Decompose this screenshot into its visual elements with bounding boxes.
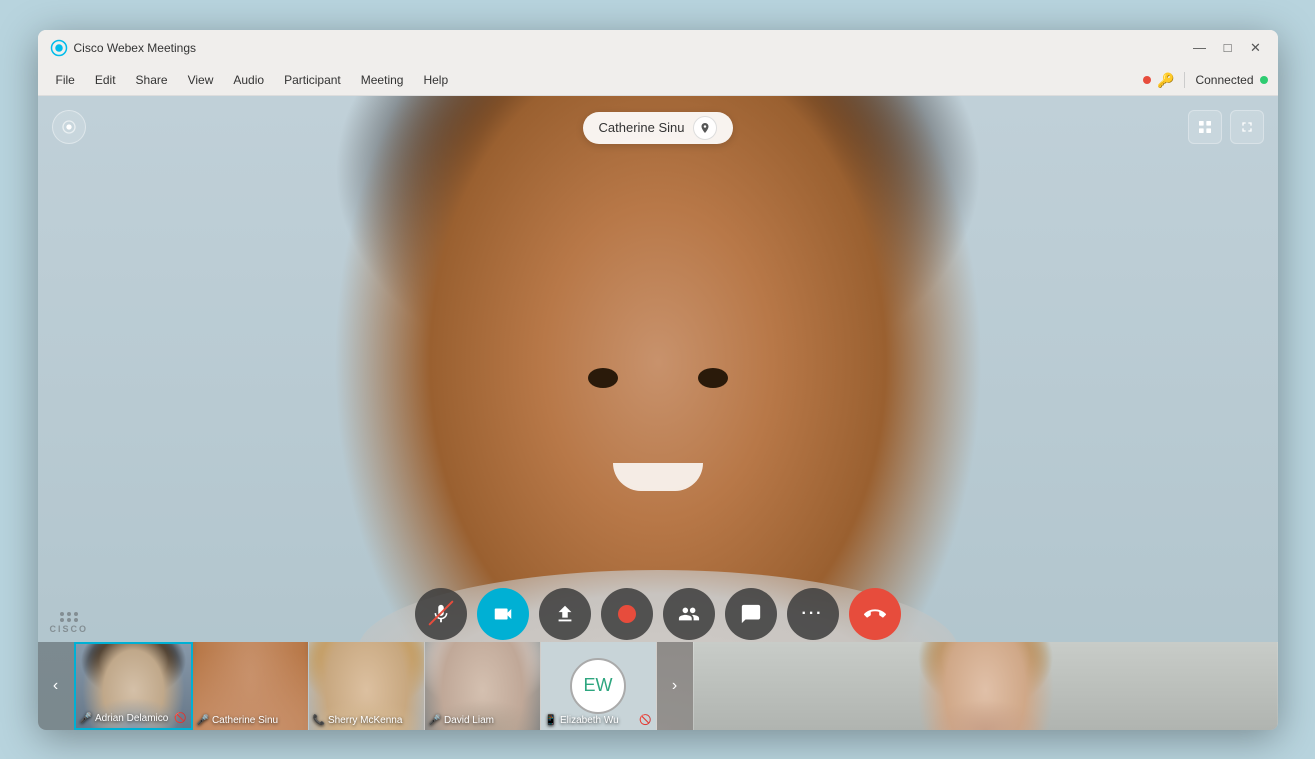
participant-name-2: Sherry McKenna: [328, 715, 402, 726]
menu-participant[interactable]: Participant: [276, 71, 349, 89]
participant-thumb-4[interactable]: EW 📱 Elizabeth Wu 🚫: [541, 642, 657, 730]
strip-prev-button[interactable]: ‹: [38, 642, 74, 730]
chat-button[interactable]: [725, 588, 777, 640]
menu-share[interactable]: Share: [128, 71, 176, 89]
key-icon: 🔑: [1157, 72, 1174, 89]
participant-label-0: 🎤 Adrian Delamico: [80, 713, 187, 724]
menu-file[interactable]: File: [48, 71, 83, 89]
participant-name-3: David Liam: [444, 715, 494, 726]
menu-help[interactable]: Help: [415, 71, 456, 89]
strip-next-button[interactable]: ›: [657, 642, 693, 730]
connection-status-area: 🔑 Connected: [1143, 72, 1267, 89]
menu-view[interactable]: View: [180, 71, 222, 89]
end-call-button[interactable]: [849, 588, 901, 640]
participant-mic-icon-0: 🎤: [80, 713, 92, 724]
menu-audio[interactable]: Audio: [225, 71, 272, 89]
participant-name-1: Catherine Sinu: [212, 715, 278, 726]
participants-button[interactable]: [663, 588, 715, 640]
camera-button[interactable]: [477, 588, 529, 640]
record-button[interactable]: [601, 588, 653, 640]
app-title: Cisco Webex Meetings: [74, 41, 197, 55]
participant-label-2: 📞 Sherry McKenna: [313, 715, 420, 726]
minimize-button[interactable]: —: [1190, 38, 1210, 58]
layout-button[interactable]: [1188, 110, 1222, 144]
mute-button[interactable]: [415, 588, 467, 640]
record-indicator: [1143, 76, 1151, 84]
titlebar: Cisco Webex Meetings — □ ✕: [38, 30, 1278, 66]
more-options-button[interactable]: ···: [787, 588, 839, 640]
participant-thumb-2[interactable]: 📞 Sherry McKenna: [309, 642, 425, 730]
participant-thumb-3[interactable]: 🎤 David Liam: [425, 642, 541, 730]
menu-edit[interactable]: Edit: [87, 71, 124, 89]
cisco-logo-watermark: CISCO: [50, 612, 89, 634]
participant-label-1: 🎤 Catherine Sinu: [197, 715, 304, 726]
app-logo: Cisco Webex Meetings: [50, 39, 197, 57]
control-bar: ···: [415, 588, 901, 640]
fullscreen-button[interactable]: [1230, 110, 1264, 144]
participant-name-0: Adrian Delamico: [95, 713, 168, 724]
participant-thumb-1[interactable]: 🎤 Catherine Sinu: [193, 642, 309, 730]
close-button[interactable]: ✕: [1246, 38, 1266, 58]
share-button[interactable]: [539, 588, 591, 640]
participant-muted-4: 🚫: [639, 715, 651, 726]
participant-muted-0: 🚫: [174, 713, 186, 724]
pin-button[interactable]: [693, 116, 717, 140]
participant-mic-icon-3: 🎤: [429, 715, 441, 726]
divider: [1184, 72, 1185, 88]
participant-thumbnails: 🎤 Adrian Delamico 🚫 🎤 Catherine Sinu: [74, 642, 657, 730]
menubar: File Edit Share View Audio Participant M…: [38, 66, 1278, 96]
app-window: Cisco Webex Meetings — □ ✕ File Edit Sha…: [38, 30, 1278, 730]
participant-mic-icon-1: 🎤: [197, 715, 209, 726]
view-controls: [1188, 110, 1264, 144]
participant-phone-icon-2: 📞: [313, 715, 325, 726]
camera-toggle-button[interactable]: [52, 110, 86, 144]
participant-name-4: Elizabeth Wu: [560, 715, 619, 726]
participant-strip: ‹ 🎤 Adrian Delamico 🚫 🎤: [38, 642, 1278, 730]
connection-status-label: Connected: [1195, 73, 1253, 87]
menu-meeting[interactable]: Meeting: [353, 71, 412, 89]
window-controls: — □ ✕: [1190, 38, 1266, 58]
extra-participant-thumb[interactable]: [693, 642, 1278, 730]
speaker-name-tag: Catherine Sinu: [583, 112, 733, 144]
participant-initials-4: EW: [570, 658, 626, 714]
extra-participant-video: [694, 642, 1277, 730]
connected-indicator: [1260, 76, 1268, 84]
participant-label-4: 📱 Elizabeth Wu: [545, 715, 652, 726]
speaker-name-label: Catherine Sinu: [599, 120, 685, 135]
participant-thumb-0[interactable]: 🎤 Adrian Delamico 🚫: [74, 642, 193, 730]
participant-phone-icon-4: 📱: [545, 715, 557, 726]
main-video-area: Catherine Sinu: [38, 96, 1278, 730]
maximize-button[interactable]: □: [1218, 38, 1238, 58]
participant-label-3: 🎤 David Liam: [429, 715, 536, 726]
